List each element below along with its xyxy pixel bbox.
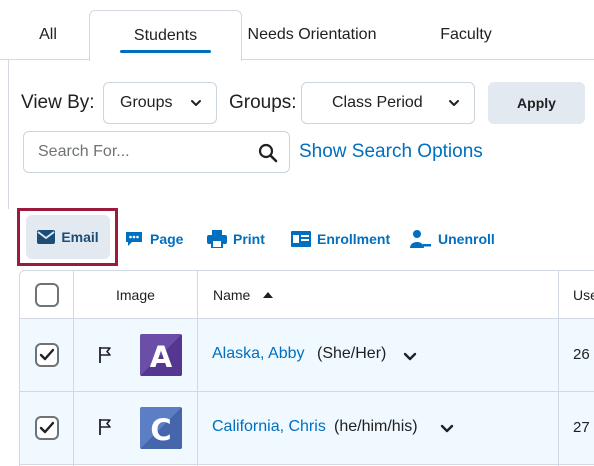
- envelope-icon: [37, 230, 56, 244]
- tab-faculty-label: Faculty: [440, 26, 492, 43]
- view-by-value: Groups: [120, 94, 173, 111]
- groups-select[interactable]: Class Period 1: [301, 82, 475, 124]
- avatar-a-icon: A: [140, 334, 182, 376]
- avatar-initial: C: [150, 413, 171, 447]
- row-checkbox[interactable]: [35, 416, 59, 440]
- printer-icon: [207, 230, 227, 248]
- groups-value: Class Period 1: [332, 94, 428, 111]
- view-by-label: View By:: [21, 92, 95, 113]
- avatar-c-icon: C: [140, 407, 182, 449]
- avatar-initial: A: [150, 340, 173, 374]
- table-row: C California, Chris (he/him/his) 27: [20, 392, 594, 464]
- avatar[interactable]: A: [140, 334, 182, 376]
- username-cell: 26: [573, 346, 590, 363]
- groups-label: Groups:: [229, 92, 297, 113]
- chevron-down-icon[interactable]: [402, 349, 418, 365]
- view-by-select[interactable]: Groups: [103, 82, 217, 124]
- flag-icon[interactable]: [97, 346, 113, 364]
- tab-panel-border: [0, 59, 89, 60]
- tab-students[interactable]: Students: [89, 10, 242, 61]
- panel-left-border: [8, 59, 9, 209]
- show-search-options-link[interactable]: Show Search Options: [299, 141, 483, 163]
- student-name-link[interactable]: California, Chris: [212, 418, 326, 436]
- chevron-down-icon: [449, 100, 459, 106]
- print-label: Print: [233, 231, 265, 247]
- search-icon[interactable]: [257, 142, 279, 164]
- column-username-label: Use: [573, 287, 594, 303]
- select-all-checkbox[interactable]: [35, 283, 59, 307]
- column-image-label: Image: [116, 287, 155, 303]
- column-divider: [558, 271, 559, 466]
- chevron-down-icon[interactable]: [439, 421, 455, 437]
- email-label: Email: [61, 229, 99, 245]
- student-name-link[interactable]: Alaska, Abby: [212, 345, 305, 363]
- column-header-name[interactable]: Name: [213, 271, 274, 319]
- print-button[interactable]: Print: [207, 228, 265, 250]
- column-divider: [197, 271, 198, 466]
- tab-all[interactable]: All: [20, 10, 76, 60]
- enrollment-button[interactable]: Enrollment: [291, 228, 390, 250]
- unenroll-label: Unenroll: [438, 231, 495, 247]
- pronouns: (She/Her): [317, 345, 387, 362]
- user-remove-icon: [410, 230, 431, 248]
- column-name-label: Name: [213, 287, 251, 303]
- page-button[interactable]: Page: [124, 228, 183, 250]
- chat-bubble-icon: [126, 232, 142, 246]
- column-header-username[interactable]: Use: [573, 271, 594, 319]
- tab-needs-orientation-label: Needs Orientation: [247, 26, 377, 43]
- search-input[interactable]: Search For...: [23, 131, 290, 173]
- enrollment-label: Enrollment: [317, 231, 391, 247]
- checkmark-icon: [39, 421, 55, 434]
- table-row: A Alaska, Abby (She/Her) 26: [20, 319, 594, 391]
- tab-bar: All Students Needs Orientation Faculty: [0, 0, 594, 61]
- column-divider: [73, 271, 74, 466]
- chevron-down-icon: [191, 100, 201, 106]
- sort-ascending-icon: [263, 292, 274, 298]
- tab-students-label: Students: [133, 27, 198, 44]
- email-button[interactable]: Email: [26, 215, 110, 259]
- tab-all-label: All: [39, 26, 57, 43]
- row-checkbox[interactable]: [35, 343, 59, 367]
- active-tab-indicator: [120, 50, 211, 53]
- avatar[interactable]: C: [140, 407, 182, 449]
- header-divider: [20, 318, 594, 319]
- column-header-image: Image: [116, 271, 155, 319]
- tab-faculty[interactable]: Faculty: [424, 10, 508, 60]
- row-divider: [20, 391, 594, 392]
- classlist-table: Image Name Use A Alaska, Abby (She/Her) …: [19, 270, 594, 466]
- page-label: Page: [150, 231, 184, 247]
- apply-button[interactable]: Apply: [488, 82, 585, 124]
- search-placeholder: Search For...: [38, 143, 130, 160]
- tab-panel-border-right: [241, 59, 594, 60]
- unenroll-button[interactable]: Unenroll: [410, 228, 495, 250]
- row-divider: [20, 464, 594, 465]
- flag-icon[interactable]: [97, 418, 113, 436]
- pronouns: (he/him/his): [334, 418, 418, 435]
- username-cell: 27: [573, 419, 590, 436]
- id-card-icon: [291, 231, 311, 247]
- checkmark-icon: [39, 348, 55, 361]
- tab-needs-orientation[interactable]: Needs Orientation: [236, 10, 388, 60]
